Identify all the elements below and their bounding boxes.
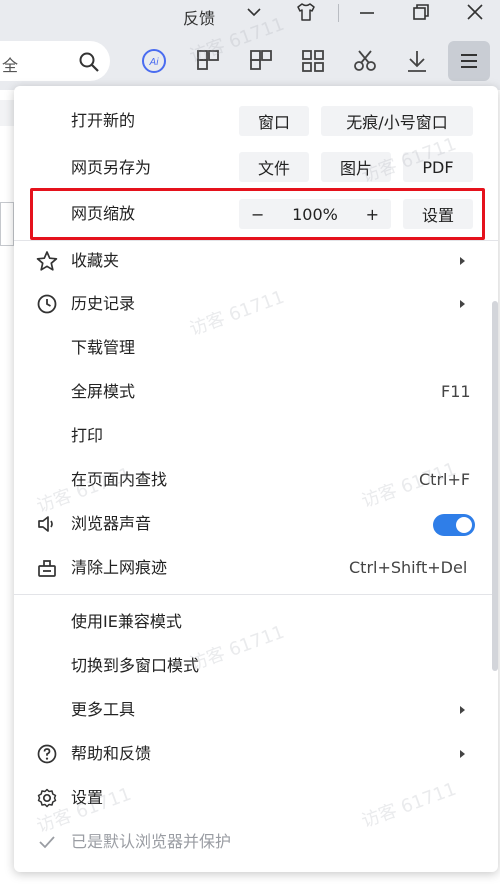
submenu-arrow-icon xyxy=(460,257,465,265)
downloads-label: 下载管理 xyxy=(71,338,136,357)
titlebar-separator xyxy=(338,4,339,22)
extension-puzzle-icon[interactable] xyxy=(248,48,274,74)
apps-grid-icon[interactable] xyxy=(300,48,326,74)
watermark-text: 访客 61711 xyxy=(33,463,135,518)
browser-sound-label: 浏览器声音 xyxy=(71,514,152,533)
favorites-label: 收藏夹 xyxy=(71,251,120,270)
search-icon[interactable] xyxy=(78,51,100,73)
restore-icon[interactable] xyxy=(410,2,432,22)
clear-traces-shortcut: Ctrl+Shift+Del xyxy=(349,558,468,577)
ai-icon-label: Ai xyxy=(149,57,160,68)
ie-mode-label: 使用IE兼容模式 xyxy=(71,612,182,631)
background-tab-stub xyxy=(0,100,14,126)
print-label: 打印 xyxy=(71,426,104,445)
menu-divider xyxy=(14,594,498,595)
open-new-label: 打开新的 xyxy=(71,111,136,130)
fullscreen-shortcut: F11 xyxy=(441,382,471,401)
history-label: 历史记录 xyxy=(71,294,136,313)
fullscreen-label: 全屏模式 xyxy=(71,382,136,401)
star-icon xyxy=(36,251,58,271)
ai-assistant-icon[interactable]: Ai xyxy=(141,48,167,74)
clear-traces-label: 清除上网痕迹 xyxy=(71,558,168,577)
broom-clear-icon xyxy=(38,560,56,577)
submenu-arrow-icon xyxy=(460,300,465,308)
watermark-text: 访客 61711 xyxy=(186,286,288,341)
download-icon[interactable] xyxy=(404,48,430,74)
menu-divider xyxy=(14,240,498,241)
multi-window-label: 切换到多窗口模式 xyxy=(71,656,200,675)
help-icon xyxy=(37,744,57,764)
feedback-label[interactable]: 反馈 xyxy=(183,5,215,29)
submenu-arrow-icon xyxy=(460,706,465,714)
save-page-label: 网页另存为 xyxy=(71,158,152,177)
toggle-knob xyxy=(456,517,472,533)
watermark-text: 访客 61711 xyxy=(186,621,288,676)
main-menu-button[interactable] xyxy=(448,41,490,81)
background-input-stub xyxy=(0,202,14,246)
save-as-file-button[interactable]: 文件 xyxy=(239,152,309,182)
hamburger-icon xyxy=(461,54,477,68)
address-bar[interactable]: 全 xyxy=(0,41,110,81)
skin-shirt-icon[interactable] xyxy=(295,2,317,22)
scissors-icon[interactable] xyxy=(352,48,378,74)
submenu-arrow-icon xyxy=(460,750,465,758)
speaker-icon xyxy=(38,516,53,532)
address-text: 全 xyxy=(2,56,19,75)
minimize-icon[interactable] xyxy=(357,2,377,22)
new-window-button[interactable]: 窗口 xyxy=(239,106,309,136)
highlight-box xyxy=(30,188,485,240)
help-feedback-label: 帮助和反馈 xyxy=(71,744,152,763)
menu-scrollbar[interactable] xyxy=(492,301,498,671)
more-tools-label: 更多工具 xyxy=(71,700,136,719)
clock-icon xyxy=(37,294,57,314)
browser-sound-toggle[interactable] xyxy=(433,514,475,536)
default-browser-label: 已是默认浏览器并保护 xyxy=(71,832,232,851)
close-icon[interactable] xyxy=(465,2,485,22)
watermark-text: 访客 61711 xyxy=(358,778,460,833)
watermark-text: 访客 61711 xyxy=(358,458,460,513)
